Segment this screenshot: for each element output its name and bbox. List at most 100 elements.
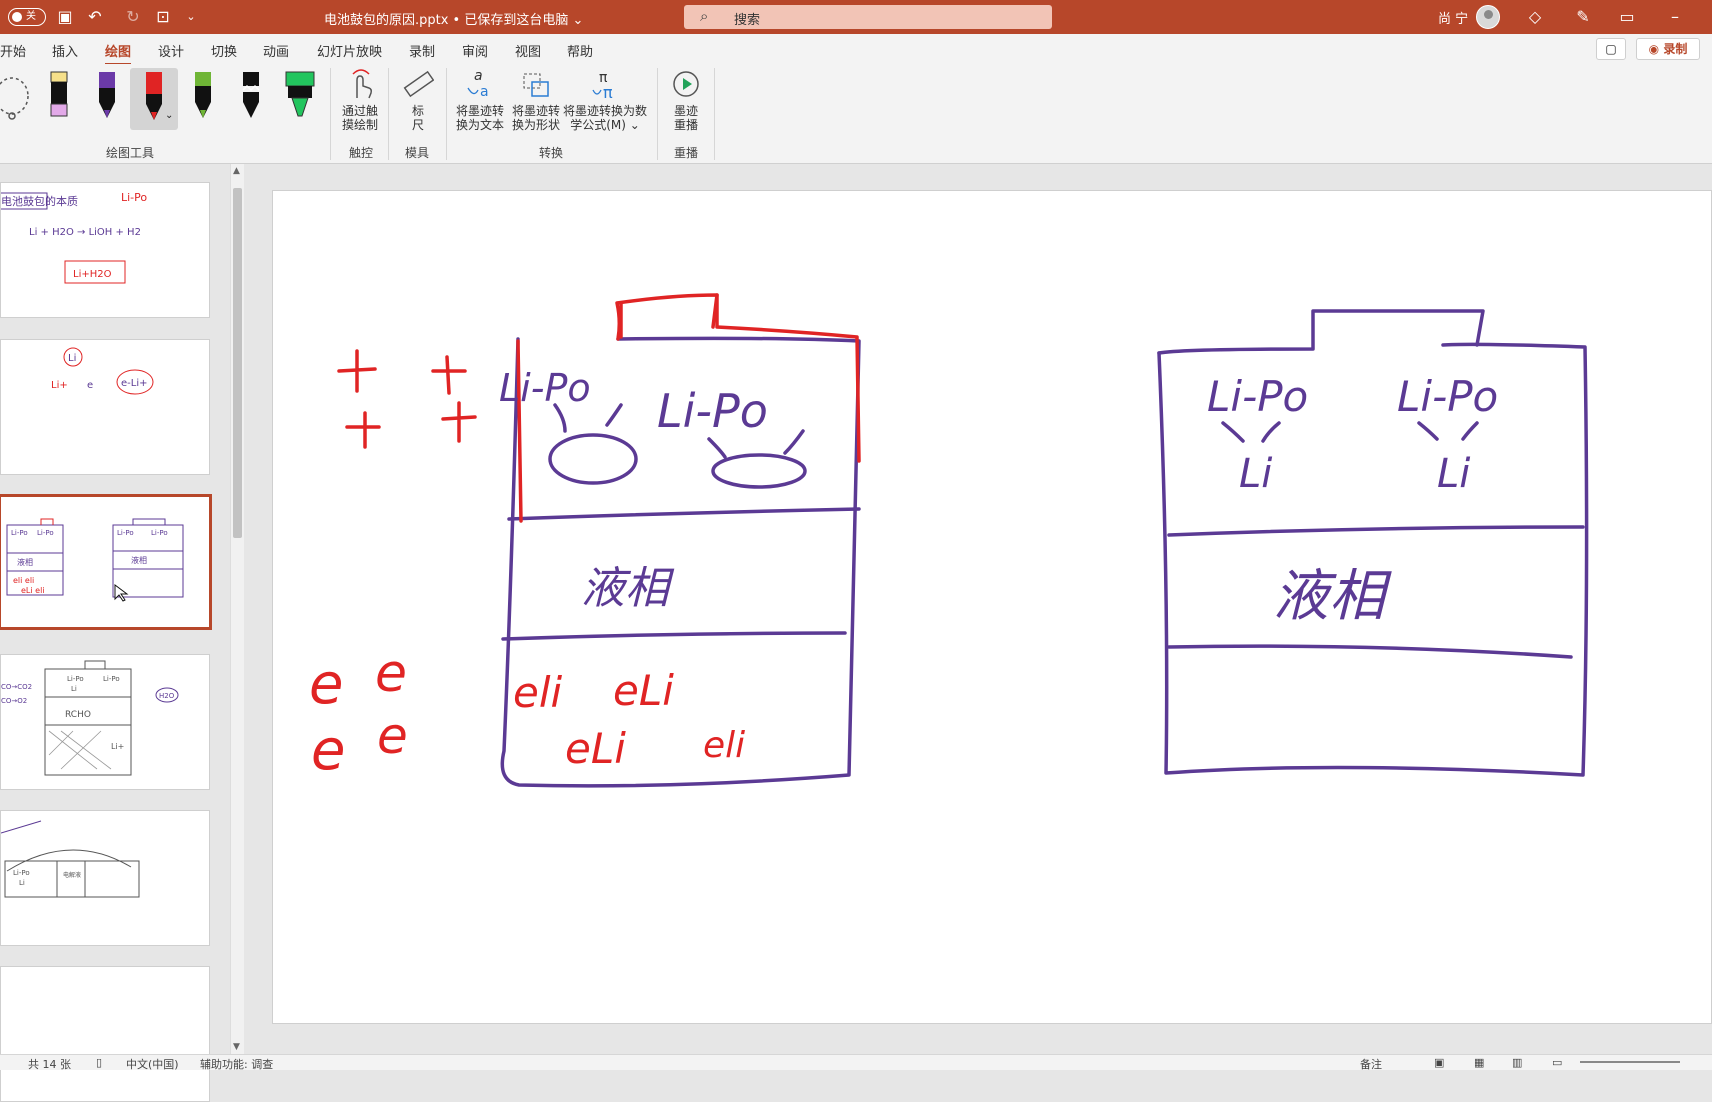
scrollbar-thumb[interactable] — [233, 188, 242, 538]
group-separator — [330, 68, 331, 160]
ink-to-math-label-line2: 学公式(M) — [570, 118, 626, 132]
slide-thumbnail[interactable]: CO→CO2 CO→O2 Li-Po Li Li-Po RCHO Li+ H2O — [0, 654, 210, 790]
ribbon-display-icon[interactable]: ▭ — [1616, 6, 1638, 28]
pen-options-chevron-icon[interactable]: ⌄ — [165, 110, 173, 121]
thumbnail-ink: CO→CO2 CO→O2 Li-Po Li Li-Po RCHO Li+ H2O — [1, 660, 179, 776]
tab-help[interactable]: 帮助 — [567, 41, 593, 60]
tab-design[interactable]: 设计 — [158, 41, 184, 60]
reading-view-icon[interactable]: ▥ — [1512, 1056, 1522, 1069]
ink-to-shape-button[interactable]: 将墨迹转 换为形状 — [508, 68, 564, 132]
group-separator — [714, 68, 715, 160]
ink-to-math-button[interactable]: ππ 将墨迹转换为数 学公式(M) ⌄ — [562, 68, 648, 132]
left-label-eli-4: eli — [703, 725, 745, 766]
pen-red-icon[interactable] — [141, 70, 167, 122]
avatar[interactable] — [1476, 5, 1500, 29]
ink-to-text-label-line2: 换为文本 — [455, 118, 504, 132]
thumbnail-ink: Li Li+ e e-Li+ — [51, 347, 154, 395]
tab-home[interactable]: 开始 — [0, 41, 26, 60]
thumbnail-text: Li — [19, 879, 25, 887]
thumbnail-scrollbar[interactable]: ▲ ▼ — [230, 164, 244, 1054]
slide-thumbnail-panel: 电池鼓包的本质 Li-Po Li + H2O → LiOH + H2 Li+H2… — [0, 164, 228, 1102]
scroll-up-icon[interactable]: ▲ — [233, 166, 240, 176]
highlighter-yellow-icon[interactable] — [46, 70, 72, 122]
thumbnail-text: Li-Po — [103, 675, 120, 683]
group-separator — [446, 68, 447, 160]
tab-slideshow[interactable]: 幻灯片放映 — [317, 41, 382, 60]
thumbnail-text: Li-Po — [121, 191, 147, 204]
touch-draw-button[interactable]: 通过触 摸绘制 — [338, 68, 382, 132]
tab-insert[interactable]: 插入 — [52, 41, 78, 60]
slide-thumbnail[interactable]: Li-Po Li 电解液 — [0, 810, 210, 946]
ink-replay-label-line2: 重播 — [673, 118, 698, 132]
ink-replay-label-line1: 墨迹 — [673, 104, 698, 118]
ruler-button[interactable]: 标 尺 — [396, 68, 440, 132]
ink-to-text-button[interactable]: aa 将墨迹转 换为文本 — [452, 68, 508, 132]
lasso-select-icon[interactable] — [0, 72, 38, 128]
thumbnail-text: Li-Po — [11, 529, 28, 537]
slide-thumbnail[interactable]: 电池鼓包的本质 Li-Po Li + H2O → LiOH + H2 Li+H2… — [0, 182, 210, 318]
thumbnail-ink: 电池鼓包的本质 Li-Po Li + H2O → LiOH + H2 Li+H2… — [0, 191, 147, 284]
thumbnail-text: Li-Po — [117, 529, 134, 537]
ink-replay-icon — [673, 71, 699, 97]
pen-green-icon[interactable] — [190, 70, 216, 122]
ruler-label-line1: 标 — [411, 104, 424, 118]
tab-draw[interactable]: 绘图 — [105, 41, 132, 66]
status-bar: 共 14 张 ▯ 中文(中国) 辅助功能: 调查 备注 ▣ ▦ ▥ ▭ — [0, 1054, 1712, 1071]
user-name[interactable]: 尚 宁 — [1438, 8, 1468, 27]
thumbnail-text: CO→O2 — [1, 697, 27, 705]
thumbnail-text: Li — [68, 353, 76, 364]
pen-black-zigzag-icon[interactable] — [238, 70, 264, 122]
record-button-label: 录制 — [1663, 42, 1688, 56]
svg-text:a: a — [480, 84, 489, 100]
left-label-eli-2: eLi — [613, 666, 674, 715]
minimize-icon[interactable]: – — [1664, 6, 1686, 28]
group-label-draw-tools: 绘图工具 — [106, 146, 155, 160]
tab-review[interactable]: 审阅 — [462, 41, 488, 60]
tab-view[interactable]: 视图 — [515, 41, 541, 60]
thumbnail-text: e-Li+ — [121, 378, 148, 389]
right-label-li-1: Li — [1239, 451, 1272, 497]
slide-canvas[interactable]: Li-Po Li-Po 液相 eli eLi eLi eli e e e e L… — [272, 190, 1712, 1024]
slide-sorter-icon[interactable]: ▦ — [1474, 1056, 1484, 1069]
thumbnail-text: Li — [71, 685, 77, 693]
pen-icon[interactable]: ✎ — [1572, 6, 1594, 28]
group-separator — [657, 68, 658, 160]
slide-thumbnail[interactable]: Li Li+ e e-Li+ — [0, 339, 210, 475]
highlighter-green-icon[interactable] — [284, 70, 316, 122]
slideshow-view-icon[interactable]: ▭ — [1552, 1056, 1562, 1069]
touch-draw-label-line1: 通过触 — [341, 104, 378, 118]
ink-replay-button[interactable]: 墨迹 重播 — [664, 68, 708, 132]
ink-drawing[interactable]: Li-Po Li-Po 液相 eli eLi eLi eli e e e e L… — [273, 191, 1712, 1025]
tab-transitions[interactable]: 切换 — [211, 41, 237, 60]
left-label-eli-3: eLi — [565, 724, 626, 773]
right-label-lipo-2: Li-Po — [1397, 372, 1498, 421]
ink-to-text-label-line1: 将墨迹转 — [455, 104, 504, 118]
ink-to-shape-label-line1: 将墨迹转 — [511, 104, 560, 118]
search-box[interactable]: ⌕ 搜索 — [684, 5, 1052, 29]
left-letter-e-2: e — [375, 644, 407, 704]
tab-record[interactable]: 录制 — [409, 41, 435, 60]
slide-thumbnail-current[interactable]: Li-Po Li-Po 液相 eli eli eLi eli Li-Po Li-… — [0, 494, 212, 630]
left-letter-e-4: e — [377, 707, 408, 765]
tab-animations[interactable]: 动画 — [263, 41, 289, 60]
slide-thumbnail[interactable] — [0, 966, 210, 1102]
title-bar: 关 ▣ ↶ ↻ ⊡ ⌄ 电池鼓包的原因.pptx • 已保存到这台电脑 ⌄ ⌕ … — [0, 0, 1712, 34]
ink-to-shape-icon — [523, 73, 549, 97]
group-label-stencils: 模具 — [405, 146, 430, 160]
record-button[interactable]: ◉ 录制 — [1636, 38, 1700, 60]
scroll-down-icon[interactable]: ▼ — [233, 1042, 240, 1052]
ruler-label-line2: 尺 — [411, 118, 424, 132]
pen-purple-icon[interactable] — [94, 70, 120, 122]
ink-to-math-label-line1: 将墨迹转换为数 — [562, 104, 647, 118]
thumbnail-text: Li + H2O → LiOH + H2 — [29, 227, 141, 238]
thumbnail-text: Li+ — [51, 380, 68, 391]
comments-icon[interactable]: ▢ — [1596, 38, 1626, 60]
normal-view-icon[interactable]: ▣ — [1434, 1056, 1444, 1069]
thumbnail-text: Li-Po — [13, 869, 30, 877]
ink-to-shape-label-line2: 换为形状 — [511, 118, 560, 132]
spell-check-icon[interactable]: ▯ — [96, 1056, 102, 1069]
left-letter-e-3: e — [311, 718, 345, 783]
diamond-icon[interactable]: ◇ — [1524, 6, 1546, 28]
zoom-slider[interactable] — [1580, 1061, 1680, 1063]
ink-to-text-icon: aa — [467, 68, 489, 100]
